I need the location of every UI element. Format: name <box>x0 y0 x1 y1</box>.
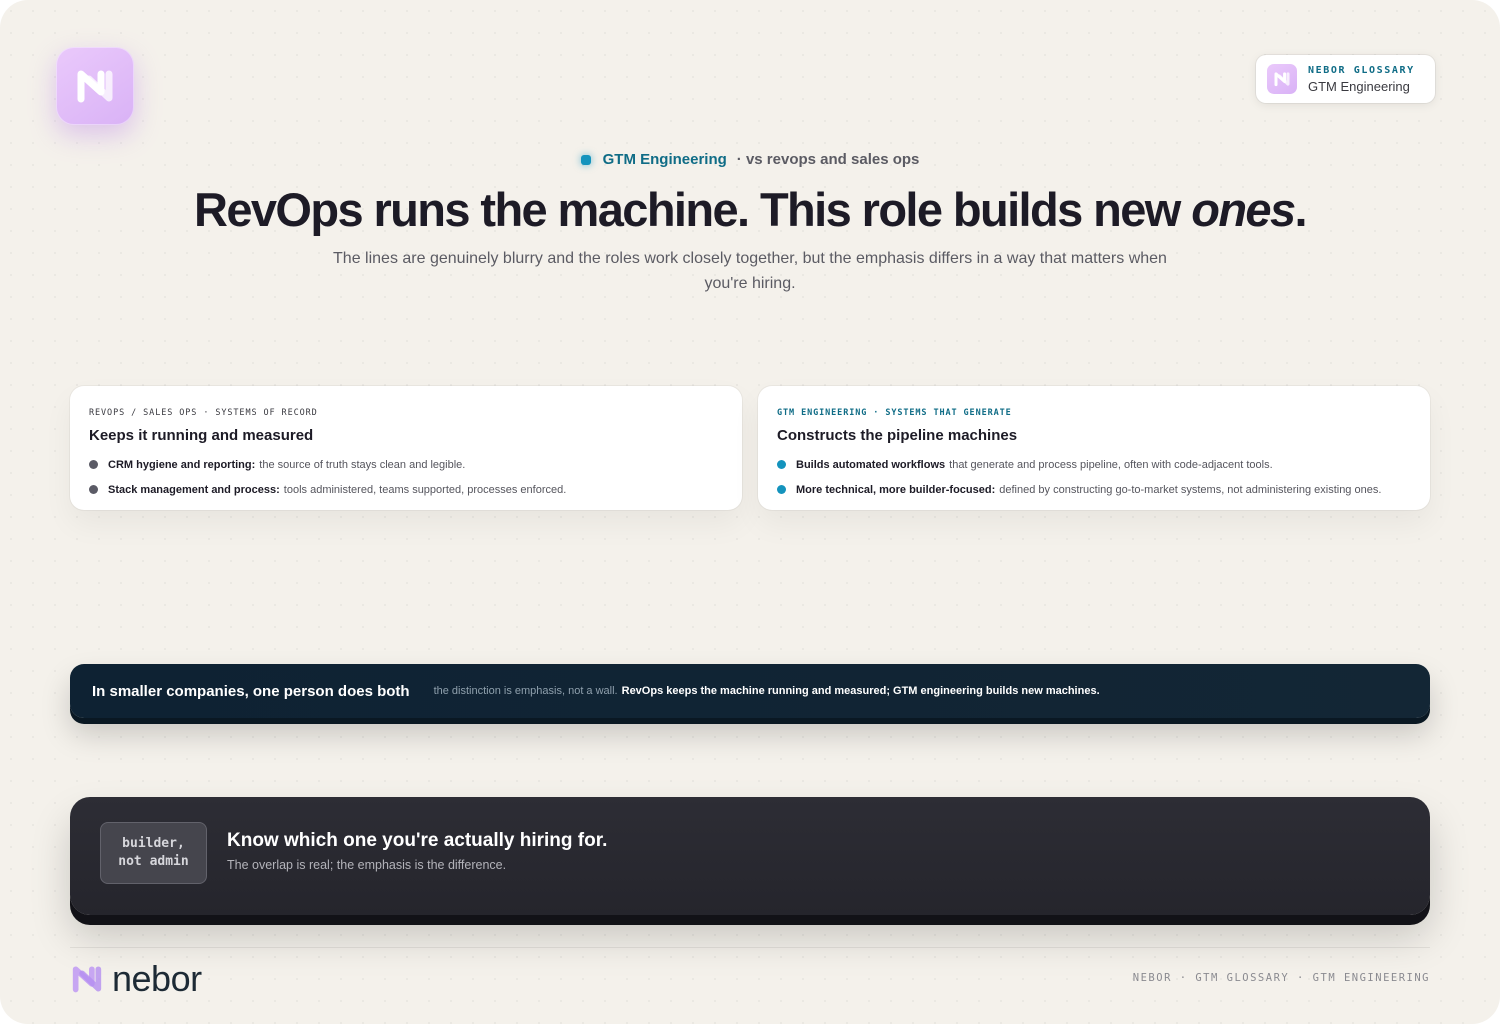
bullet-icon <box>777 485 786 494</box>
card-title: Keeps it running and measured <box>89 427 314 444</box>
page-headline: RevOps runs the machine. This role build… <box>0 182 1500 237</box>
headline-main: RevOps runs the machine. This role build… <box>194 183 1192 236</box>
list-item: Stack management and process: tools admin… <box>89 477 723 502</box>
cta-text: Know which one you're actually hiring fo… <box>227 822 607 872</box>
cta-title: Know which one you're actually hiring fo… <box>227 830 608 851</box>
glossary-term-name: GTM Engineering <box>1308 78 1410 94</box>
bullet-icon <box>89 460 98 469</box>
list-item-body: tools administered, teams supported, pro… <box>283 483 567 496</box>
list-item-body: the source of truth stays clean and legi… <box>259 458 466 471</box>
callout-strip: In smaller companies, one person does bo… <box>70 664 1430 718</box>
footer-brand[interactable]: nebor <box>70 958 202 1000</box>
list-item-body: defined by constructing go-to-market sys… <box>999 483 1382 496</box>
footer-divider <box>70 947 1430 948</box>
list-item-text: More technical, more builder-focused: def… <box>796 484 1381 496</box>
lede-paragraph: The lines are genuinely blurry and the r… <box>333 250 1167 292</box>
badge-logo <box>1267 64 1297 94</box>
nebor-n-logo-icon <box>77 70 113 103</box>
list-item: CRM hygiene and reporting: the source of … <box>89 452 723 477</box>
card-revops: REVOPS / SALES OPS · SYSTEMS OF RECORD K… <box>70 386 742 510</box>
card-list: Builds automated workflows that generate … <box>777 452 1411 502</box>
card-list: CRM hygiene and reporting: the source of … <box>89 452 723 502</box>
cta-subtitle: The overlap is real; the emphasis is the… <box>227 858 507 872</box>
list-item-text: Builds automated workflows that generate … <box>796 459 1273 471</box>
builder-chip: builder, not admin <box>100 822 207 884</box>
list-item-strong: Builds automated workflows <box>796 458 946 471</box>
nebor-n-logo-icon <box>72 966 102 993</box>
list-item-body: that generate and process pipeline, ofte… <box>949 458 1273 471</box>
list-item-strong: CRM hygiene and reporting: <box>108 458 256 471</box>
eyebrow-topic: GTM Engineering <box>602 151 727 168</box>
card-title: Constructs the pipeline machines <box>777 427 1018 444</box>
cta-panel: builder, not admin Know which one you're… <box>70 797 1430 915</box>
topic-dot-icon <box>580 154 591 165</box>
strip-note: the distinction is emphasis, not a wall. <box>433 685 618 697</box>
card-label: GTM ENGINEERING · SYSTEMS THAT GENERATE <box>777 408 1012 418</box>
headline-end: . <box>1294 183 1308 236</box>
glossary-badge[interactable]: NEBOR GLOSSARY GTM Engineering <box>1256 55 1435 103</box>
bullet-icon <box>89 485 98 494</box>
nebor-logo-tile[interactable] <box>56 47 134 125</box>
footer-meta: NEBOR · GTM GLOSSARY · GTM ENGINEERING <box>1132 972 1430 984</box>
list-item-text: CRM hygiene and reporting: the source of … <box>108 459 465 471</box>
strip-title: In smaller companies, one person does bo… <box>92 682 410 700</box>
page: NEBOR GLOSSARY GTM Engineering GTM Engin… <box>0 0 1500 1024</box>
list-item-strong: Stack management and process: <box>108 483 280 496</box>
card-label: REVOPS / SALES OPS · SYSTEMS OF RECORD <box>89 408 318 418</box>
headline-emphasis: ones <box>1191 183 1296 236</box>
nebor-n-logo-icon <box>1274 72 1290 87</box>
badge-text: NEBOR GLOSSARY GTM Engineering <box>1308 65 1415 94</box>
list-item-text: Stack management and process: tools admin… <box>108 484 566 496</box>
strip-statement: RevOps keeps the machine running and mea… <box>621 685 1100 697</box>
list-item: More technical, more builder-focused: def… <box>777 477 1411 502</box>
eyebrow-subtitle: · vs revops and sales ops <box>736 151 920 168</box>
glossary-kicker: NEBOR GLOSSARY <box>1308 64 1415 76</box>
list-item: Builds automated workflows that generate … <box>777 452 1411 477</box>
list-item-strong: More technical, more builder-focused: <box>796 483 996 496</box>
bullet-icon <box>777 460 786 469</box>
brand-wordmark: nebor <box>112 958 202 999</box>
card-gtm-engineering: GTM ENGINEERING · SYSTEMS THAT GENERATE … <box>758 386 1430 510</box>
eyebrow: GTM Engineering · vs revops and sales op… <box>0 151 1500 168</box>
